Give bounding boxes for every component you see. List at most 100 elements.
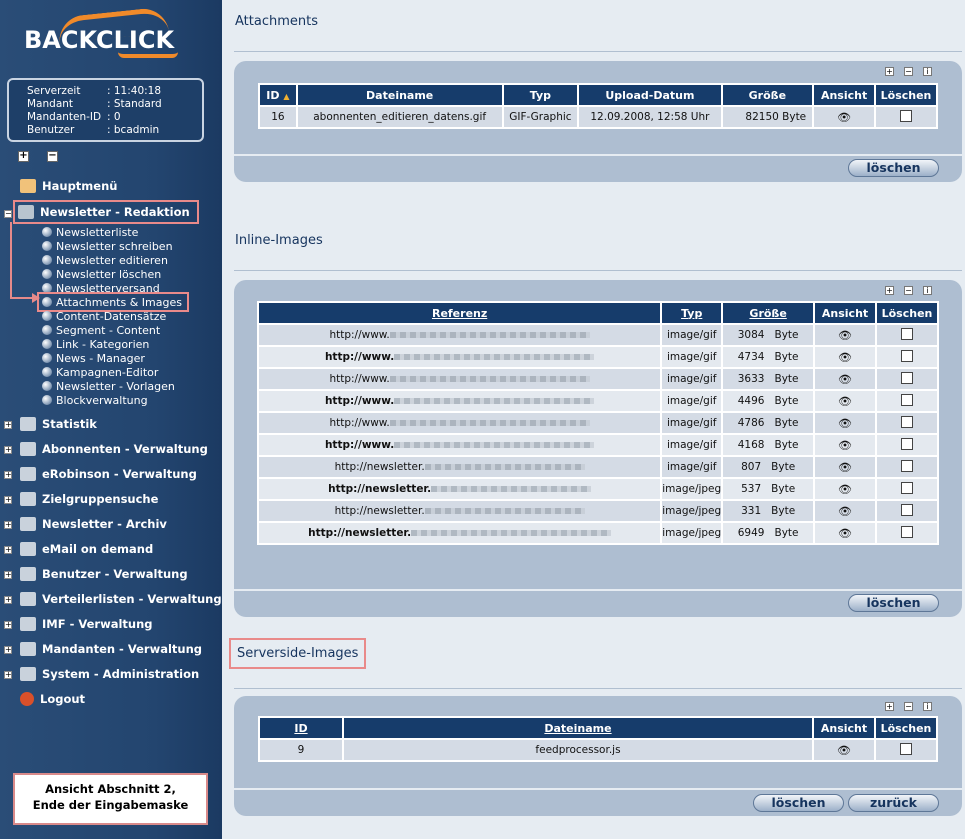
expand-system-icon[interactable]: + bbox=[4, 671, 12, 679]
view-eye-icon[interactable]: 👁 bbox=[838, 505, 852, 518]
nav-hauptmenue[interactable]: Hauptmenü bbox=[20, 177, 117, 195]
delete-checkbox[interactable] bbox=[901, 415, 913, 428]
sub-newsletter-vorlagen[interactable]: Newsletter - Vorlagen bbox=[42, 379, 175, 393]
delete-checkbox[interactable] bbox=[900, 742, 912, 755]
expand-imf-icon[interactable]: + bbox=[4, 621, 12, 629]
col-id[interactable]: ID ▲ bbox=[258, 83, 298, 107]
expand-email-icon[interactable]: + bbox=[4, 546, 12, 554]
expand-zielgruppensuche-icon[interactable]: + bbox=[4, 496, 12, 504]
view-eye-icon[interactable]: 👁 bbox=[838, 329, 852, 342]
info-icon[interactable]: i bbox=[923, 702, 932, 711]
delete-inline-images-button[interactable]: löschen bbox=[848, 594, 939, 612]
expand-all-icon[interactable]: + bbox=[18, 151, 29, 162]
sub-segment-content[interactable]: Segment - Content bbox=[42, 323, 160, 337]
expand-mandanten-icon[interactable]: + bbox=[4, 646, 12, 654]
expand-statistik-icon[interactable]: + bbox=[4, 421, 12, 429]
nav-statistik[interactable]: Statistik bbox=[20, 415, 97, 433]
sub-newsletter-schreiben[interactable]: Newsletter schreiben bbox=[42, 239, 173, 253]
add-icon[interactable]: + bbox=[885, 67, 894, 76]
sub-newsletter-editieren[interactable]: Newsletter editieren bbox=[42, 253, 168, 267]
table-row: http://newsletter. image/jpeg 6949 Byte 👁 bbox=[256, 521, 939, 545]
nav-newsletter-archiv[interactable]: Newsletter - Archiv bbox=[20, 515, 167, 533]
minus-icon[interactable]: − bbox=[904, 702, 913, 711]
col-dateiname[interactable]: Dateiname bbox=[295, 83, 504, 107]
info-icon[interactable]: i bbox=[923, 286, 932, 295]
delete-checkbox[interactable] bbox=[901, 393, 913, 406]
view-eye-icon[interactable]: 👁 bbox=[838, 373, 852, 386]
nav-system-administration[interactable]: System - Administration bbox=[20, 665, 199, 683]
sub-newsletterversand[interactable]: Newsletterversand bbox=[42, 281, 160, 295]
view-eye-icon[interactable]: 👁 bbox=[838, 351, 852, 364]
view-eye-icon[interactable]: 👁 bbox=[838, 461, 852, 474]
delete-serverside-button[interactable]: löschen bbox=[753, 794, 844, 812]
sub-blockverwaltung[interactable]: Blockverwaltung bbox=[42, 393, 148, 407]
view-eye-icon[interactable]: 👁 bbox=[838, 417, 852, 430]
delete-checkbox[interactable] bbox=[901, 459, 913, 472]
sub-attachments-images[interactable]: Attachments & Images bbox=[37, 292, 189, 312]
nav-abonnenten-verwaltung[interactable]: Abonnenten - Verwaltung bbox=[20, 440, 208, 458]
add-icon[interactable]: + bbox=[885, 702, 894, 711]
col-dateiname[interactable]: Dateiname bbox=[342, 716, 814, 740]
sub-kampagnen-editor[interactable]: Kampagnen-Editor bbox=[42, 365, 158, 379]
sub-newsletter-loeschen[interactable]: Newsletter löschen bbox=[42, 267, 161, 281]
expand-abonnenten-icon[interactable]: + bbox=[4, 446, 12, 454]
col-upload-datum[interactable]: Upload-Datum bbox=[577, 83, 723, 107]
col-referenz[interactable]: Referenz bbox=[256, 301, 663, 325]
table-row: 16 abonnenten_editieren_datens.gif GIF-G… bbox=[258, 105, 938, 129]
add-icon[interactable]: + bbox=[885, 286, 894, 295]
view-eye-icon[interactable]: 👁 bbox=[838, 527, 852, 540]
nav-newsletter-redaktion[interactable]: Newsletter - Redaktion bbox=[13, 200, 199, 224]
folder-icon bbox=[20, 492, 36, 506]
info-icon[interactable]: i bbox=[923, 67, 932, 76]
collapse-redaktion-icon[interactable]: − bbox=[4, 210, 12, 218]
table-row: http://www. image/gif 3084 Byte 👁 bbox=[256, 323, 939, 347]
nav-logout[interactable]: Logout bbox=[20, 690, 85, 708]
view-eye-icon[interactable]: 👁 bbox=[838, 483, 852, 496]
nav-benutzer-verwaltung[interactable]: Benutzer - Verwaltung bbox=[20, 565, 188, 583]
table-row: http://newsletter. image/gif 807 Byte 👁 bbox=[256, 455, 939, 479]
col-id[interactable]: ID bbox=[258, 716, 344, 740]
collapse-all-icon[interactable]: − bbox=[47, 151, 58, 162]
table-row: 9 feedprocessor.js 👁 bbox=[258, 738, 938, 762]
col-groesse[interactable]: Größe bbox=[721, 301, 816, 325]
expand-archiv-icon[interactable]: + bbox=[4, 521, 12, 529]
nav-email-on-demand[interactable]: eMail on demand bbox=[20, 540, 153, 558]
delete-checkbox[interactable] bbox=[901, 481, 913, 494]
expand-benutzer-icon[interactable]: + bbox=[4, 571, 12, 579]
sub-news-manager[interactable]: News - Manager bbox=[42, 351, 145, 365]
nav-mandanten-verwaltung[interactable]: Mandanten - Verwaltung bbox=[20, 640, 202, 658]
table-row: http://www. image/gif 3633 Byte 👁 bbox=[256, 367, 939, 391]
view-eye-icon[interactable]: 👁 bbox=[837, 111, 851, 124]
view-eye-icon[interactable]: 👁 bbox=[838, 395, 852, 408]
minus-icon[interactable]: − bbox=[904, 67, 913, 76]
bullet-icon bbox=[42, 381, 52, 391]
delete-checkbox[interactable] bbox=[901, 371, 913, 384]
nav-erobinson-verwaltung[interactable]: eRobinson - Verwaltung bbox=[20, 465, 197, 483]
view-eye-icon[interactable]: 👁 bbox=[837, 744, 851, 757]
folder-icon bbox=[20, 467, 36, 481]
expand-verteilerlisten-icon[interactable]: + bbox=[4, 596, 12, 604]
sub-link-kategorien[interactable]: Link - Kategorien bbox=[42, 337, 149, 351]
delete-checkbox[interactable] bbox=[900, 109, 912, 122]
delete-checkbox[interactable] bbox=[901, 525, 913, 538]
col-typ[interactable]: Typ bbox=[660, 301, 724, 325]
sub-newsletterliste[interactable]: Newsletterliste bbox=[42, 225, 138, 239]
bullet-icon bbox=[42, 395, 52, 405]
nav-verteilerlisten-verwaltung[interactable]: Verteilerlisten - Verwaltung bbox=[20, 590, 222, 608]
minus-icon[interactable]: − bbox=[904, 286, 913, 295]
delete-checkbox[interactable] bbox=[901, 327, 913, 340]
expand-erobinson-icon[interactable]: + bbox=[4, 471, 12, 479]
bullet-icon bbox=[42, 311, 52, 321]
folder-icon bbox=[20, 567, 36, 581]
delete-checkbox[interactable] bbox=[901, 437, 913, 450]
delete-checkbox[interactable] bbox=[901, 503, 913, 516]
view-eye-icon[interactable]: 👁 bbox=[838, 439, 852, 452]
delete-checkbox[interactable] bbox=[901, 349, 913, 362]
delete-attachments-button[interactable]: löschen bbox=[848, 159, 939, 177]
nav-imf-verwaltung[interactable]: IMF - Verwaltung bbox=[20, 615, 153, 633]
back-button[interactable]: zurück bbox=[848, 794, 939, 812]
sub-content-datensaetze[interactable]: Content-Datensätze bbox=[42, 309, 166, 323]
col-groesse[interactable]: Größe bbox=[720, 83, 815, 107]
col-typ[interactable]: Typ bbox=[501, 83, 580, 107]
nav-zielgruppensuche[interactable]: Zielgruppensuche bbox=[20, 490, 158, 508]
